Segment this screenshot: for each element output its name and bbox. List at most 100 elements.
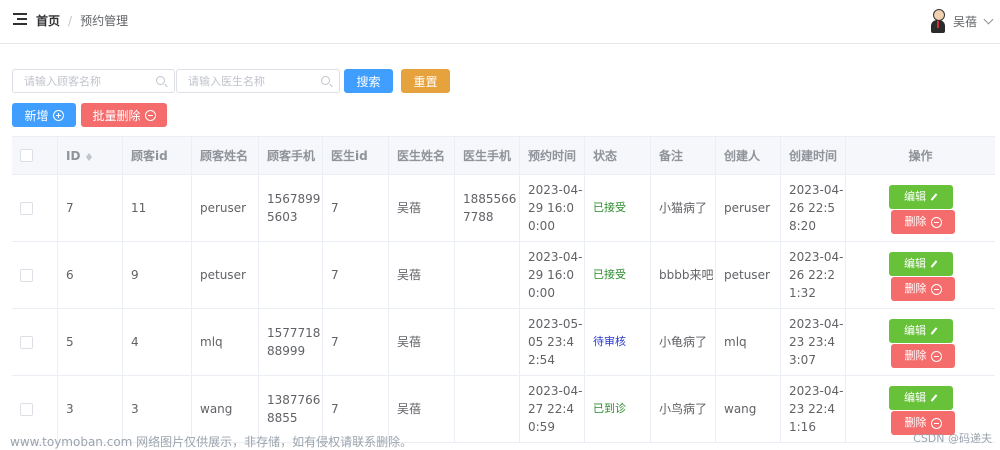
row-select-cell	[12, 242, 58, 308]
column-header: 顾客id	[123, 137, 192, 174]
cell-doctor-id: 7	[323, 242, 389, 308]
search-icon	[156, 76, 165, 85]
column-header-label: 操作	[908, 148, 933, 163]
cell-remark: 小猫病了	[651, 175, 716, 241]
cell-status: 已到诊	[585, 376, 651, 442]
reset-button[interactable]: 重置	[401, 69, 450, 93]
column-header: 顾客手机	[259, 137, 323, 174]
cell-doctor-phone: 18855667788	[455, 175, 520, 241]
cell-doctor-phone	[455, 376, 520, 442]
batch-delete-label: 批量删除	[92, 108, 141, 123]
breadcrumb-separator: /	[68, 14, 73, 28]
cell-created-time: 2023-04-26 22:21:32	[781, 242, 846, 308]
cell-actions: 编辑 删除	[846, 309, 995, 375]
cell-customer-id: 11	[123, 175, 192, 241]
doctor-search-field[interactable]	[176, 69, 340, 93]
table-header-row: ID 顾客id 顾客姓名 顾客手机 医生id 医生姓名 医生手机 预约时间 状态…	[12, 137, 995, 175]
column-header-label: 预约时间	[528, 148, 577, 163]
column-header-label: 备注	[659, 148, 684, 163]
column-header-label: 医生手机	[463, 148, 512, 163]
table-row: 7 11 peruser 15678995603 7 吴蓓 1885566778…	[12, 175, 995, 242]
edit-icon	[930, 327, 938, 335]
cell-id: 6	[58, 242, 123, 308]
edit-icon	[930, 193, 938, 201]
edit-label: 编辑	[904, 391, 926, 404]
cell-remark: 小鸟病了	[651, 376, 716, 442]
circle-plus-icon	[52, 109, 64, 121]
customer-search-field[interactable]	[12, 69, 175, 93]
table-row: 5 4 mlq 1577718 88999 7 吴蓓 2023-05-05 23…	[12, 309, 995, 376]
cell-appointment-time: 2023-04-27 22:40:59	[520, 376, 585, 442]
edit-label: 编辑	[904, 324, 926, 337]
cell-customer-phone: 1577718 88999	[259, 309, 323, 375]
row-checkbox[interactable]	[20, 268, 33, 282]
column-header: 备注	[651, 137, 716, 174]
cell-created-time: 2023-04-23 23:43:07	[781, 309, 846, 375]
column-header-label: ID	[66, 148, 81, 163]
cell-customer-id: 9	[123, 242, 192, 308]
cell-remark: bbbb来吧	[651, 242, 716, 308]
row-select-cell	[12, 175, 58, 241]
breadcrumb: 首页 / 预约管理	[36, 12, 128, 29]
top-header: 首页 / 预约管理 吴蓓	[0, 0, 1000, 44]
column-header-label: 顾客id	[131, 148, 168, 163]
breadcrumb-current: 预约管理	[80, 14, 129, 28]
column-header: 医生手机	[455, 137, 520, 174]
cell-appointment-time: 2023-04-29 16:00:00	[520, 242, 585, 308]
cell-doctor-id: 7	[323, 175, 389, 241]
cell-created-time: 2023-04-26 22:58:20	[781, 175, 846, 241]
menu-fold-icon[interactable]	[13, 13, 27, 27]
cell-customer-name: peruser	[192, 175, 259, 241]
column-header-id[interactable]: ID	[58, 137, 123, 174]
cell-customer-phone	[259, 242, 323, 308]
column-header: 创建时间	[781, 137, 846, 174]
appointment-table: ID 顾客id 顾客姓名 顾客手机 医生id 医生姓名 医生手机 预约时间 状态…	[12, 136, 995, 443]
search-button[interactable]: 搜索	[344, 69, 393, 93]
batch-delete-button[interactable]: 批量删除	[81, 103, 167, 127]
row-checkbox[interactable]	[20, 402, 33, 416]
column-header: 顾客姓名	[192, 137, 259, 174]
cell-appointment-time: 2023-05-05 23:42:54	[520, 309, 585, 375]
column-header: 医生姓名	[389, 137, 455, 174]
delete-label: 删除	[904, 349, 927, 362]
search-button-label: 搜索	[356, 74, 381, 89]
cell-doctor-name: 吴蓓	[389, 309, 455, 375]
avatar[interactable]	[929, 8, 947, 34]
edit-button[interactable]: 编辑	[889, 386, 953, 410]
column-header: 状态	[585, 137, 651, 174]
delete-button[interactable]: 删除	[891, 344, 955, 368]
row-select-cell	[12, 309, 58, 375]
select-all-checkbox[interactable]	[20, 149, 33, 162]
customer-search-input[interactable]	[13, 70, 154, 92]
edit-button[interactable]: 编辑	[889, 252, 953, 276]
cell-status: 待审核	[585, 309, 651, 375]
edit-button[interactable]: 编辑	[889, 185, 953, 209]
user-menu[interactable]: 吴蓓	[929, 8, 994, 34]
cell-created-time: 2023-04-23 22:41:16	[781, 376, 846, 442]
chevron-down-icon[interactable]	[983, 14, 994, 24]
circle-minus-icon	[930, 417, 942, 429]
cell-customer-name: petuser	[192, 242, 259, 308]
circle-minus-icon	[930, 350, 942, 362]
row-checkbox[interactable]	[20, 201, 33, 215]
row-checkbox[interactable]	[20, 335, 33, 349]
column-header: 医生id	[323, 137, 389, 174]
cell-remark: 小龟病了	[651, 309, 716, 375]
cell-appointment-time: 2023-04-29 16:00:00	[520, 175, 585, 241]
delete-label: 删除	[904, 282, 927, 295]
edit-icon	[930, 260, 938, 268]
circle-minus-icon	[930, 216, 942, 228]
delete-button[interactable]: 删除	[891, 210, 955, 234]
cell-customer-id: 4	[123, 309, 192, 375]
edit-icon	[930, 394, 938, 402]
column-header-label: 医生id	[331, 148, 368, 163]
reset-button-label: 重置	[413, 74, 438, 89]
credit-text: CSDN @码递夫	[913, 432, 992, 445]
user-name[interactable]: 吴蓓	[953, 13, 977, 30]
breadcrumb-home[interactable]: 首页	[36, 14, 60, 28]
cell-creator: mlq	[716, 309, 781, 375]
doctor-search-input[interactable]	[177, 70, 318, 92]
delete-button[interactable]: 删除	[891, 277, 955, 301]
edit-button[interactable]: 编辑	[889, 319, 953, 343]
add-button[interactable]: 新增	[12, 103, 76, 127]
